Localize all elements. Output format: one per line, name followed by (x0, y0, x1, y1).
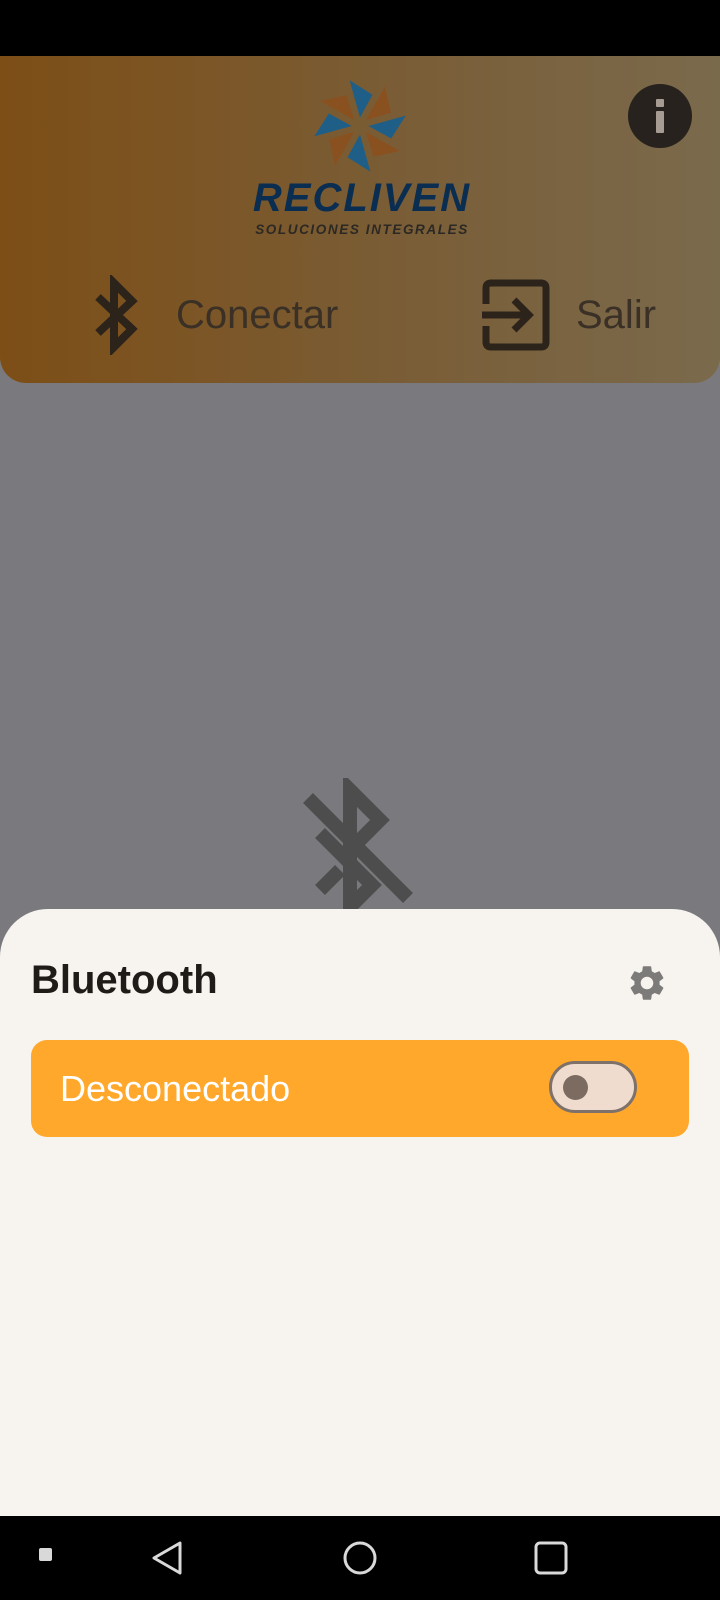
bluetooth-disabled-icon (303, 778, 413, 918)
status-bar (0, 0, 720, 56)
sheet-title: Bluetooth (31, 958, 218, 1002)
home-icon[interactable] (342, 1540, 378, 1576)
navigation-bar (0, 1516, 720, 1600)
bluetooth-status-row[interactable]: Desconectado (31, 1040, 689, 1137)
connect-label: Conectar (176, 292, 339, 337)
recliven-logo: RECLIVEN SOLUCIONES INTEGRALES (232, 70, 492, 242)
logo-mark-icon (314, 80, 406, 172)
info-button[interactable] (628, 84, 692, 148)
square-small-icon[interactable] (39, 1548, 52, 1561)
bluetooth-icon (95, 275, 138, 355)
toggle-knob (563, 1075, 588, 1100)
exit-label: Salir (576, 292, 657, 337)
back-icon[interactable] (150, 1540, 184, 1576)
logo-tagline: SOLUCIONES INTEGRALES (255, 222, 469, 237)
connect-button[interactable]: Conectar (88, 275, 338, 355)
gear-icon (630, 966, 664, 1000)
settings-button[interactable] (622, 958, 672, 1008)
bluetooth-toggle[interactable] (549, 1061, 637, 1113)
status-label: Desconectado (60, 1067, 291, 1109)
recents-icon[interactable] (534, 1541, 568, 1575)
exit-icon (482, 279, 550, 351)
info-icon (656, 99, 664, 133)
logo-wordmark: RECLIVEN (252, 176, 472, 220)
exit-button[interactable]: Salir (478, 278, 656, 352)
